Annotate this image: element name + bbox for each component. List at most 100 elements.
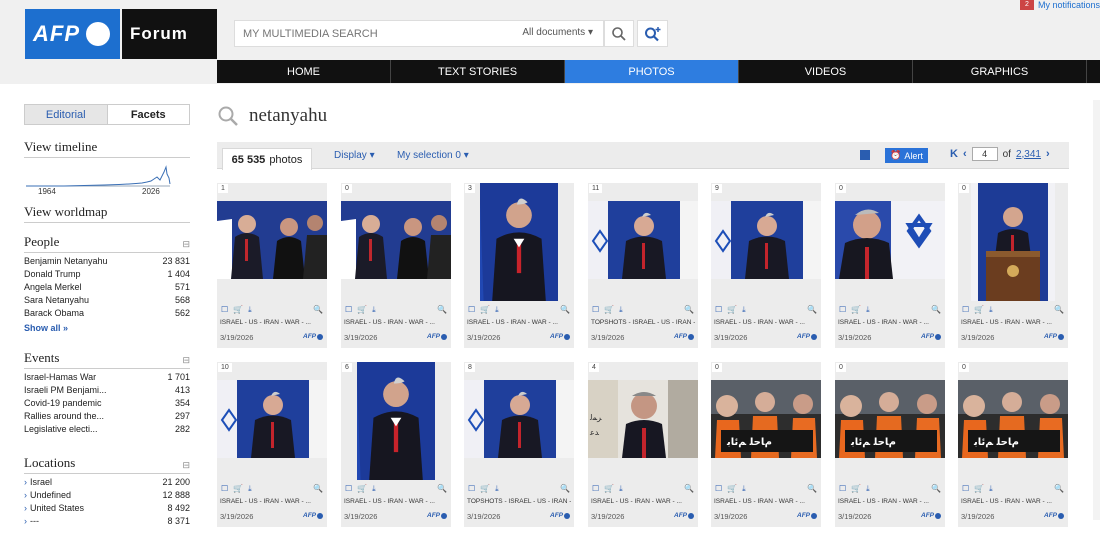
photo-card[interactable]: 9 ☐ 🛒 ⤓ 🔍 ISRAEL - US - IRAN - WAR - ... 3/19/… [711,183,821,348]
photo-card[interactable]: 6 ☐ 🛒 ⤓ 🔍 ISRAEL - US - IRAN - WAR - ... 3/19/… [341,362,451,527]
nav-home[interactable]: HOME [217,60,391,83]
cart-icon[interactable]: 🛒 [974,305,984,315]
display-dropdown[interactable]: Display ▾ [334,150,375,161]
collapse-icon[interactable]: ⊟ [182,239,190,250]
zoom-icon[interactable]: 🔍 [313,305,323,315]
photo-thumbnail[interactable]: ﺮﻤﻟ ﺪﻋ [588,380,698,458]
select-checkbox-icon[interactable]: ☐ [962,484,969,494]
zoom-icon[interactable]: 🔍 [807,305,817,315]
photo-card[interactable]: ﻡﺎﺣﻠ ﻢﺋﺎﺑ 0 ☐ 🛒 ⤓ 🔍 ISRAEL - US - IRAN - WAR -… [711,362,821,527]
photo-caption[interactable]: ISRAEL - US - IRAN - WAR - ... [838,319,942,326]
cart-icon[interactable]: 🛒 [233,484,243,494]
cart-icon[interactable]: 🛒 [851,484,861,494]
zoom-icon[interactable]: 🔍 [437,305,447,315]
zoom-icon[interactable]: 🔍 [560,305,570,315]
photo-card[interactable]: ﻡﺎﺣﻠ ﻢﺋﺎﺑ 0 ☐ 🛒 ⤓ 🔍 ISRAEL - US - IRAN - WAR -… [958,362,1068,527]
facet-row[interactable]: › Israel 21 200 [24,476,190,489]
photo-caption[interactable]: ISRAEL - US - IRAN - WAR - ... [344,319,448,326]
cart-icon[interactable]: 🛒 [851,305,861,315]
cart-icon[interactable]: 🛒 [727,484,737,494]
download-icon[interactable]: ⤓ [495,484,499,494]
select-checkbox-icon[interactable]: ☐ [468,484,475,494]
download-icon[interactable]: ⤓ [619,484,623,494]
photo-thumbnail[interactable] [971,183,1055,301]
afp-logo[interactable]: AFP [25,9,120,59]
photo-card[interactable]: 11 ☐ 🛒 ⤓ 🔍 TOPSHOTS - ISRAEL - US - IRAN - 3/1… [588,183,698,348]
photo-thumbnail[interactable] [217,380,327,458]
download-icon[interactable]: ⤓ [248,484,252,494]
search-button[interactable] [604,20,634,47]
facet-row[interactable]: Benjamin Netanyahu 23 831 [24,255,190,268]
facet-row[interactable]: › United States 8 492 [24,502,190,515]
search-input[interactable] [235,21,505,46]
select-checkbox-icon[interactable]: ☐ [345,305,352,315]
timeline-chart[interactable]: 1964 2026 [24,164,190,196]
zoom-icon[interactable]: 🔍 [1054,484,1064,494]
zoom-icon[interactable]: 🔍 [684,484,694,494]
page-number-input[interactable]: 4 [971,147,998,161]
select-checkbox-icon[interactable]: ☐ [839,305,846,315]
zoom-icon[interactable]: 🔍 [931,305,941,315]
cart-icon[interactable]: 🛒 [480,305,490,315]
download-icon[interactable]: ⤓ [866,305,870,315]
select-checkbox-icon[interactable]: ☐ [592,305,599,315]
download-icon[interactable]: ⤓ [495,305,499,315]
zoom-icon[interactable]: 🔍 [1054,305,1064,315]
tab-facets[interactable]: Facets [107,105,189,124]
photo-card[interactable]: 10 ☐ 🛒 ⤓ 🔍 ISRAEL - US - IRAN - WAR - ... 3/19… [217,362,327,527]
expand-arrow-icon[interactable]: › [24,516,27,526]
select-checkbox-icon[interactable]: ☐ [345,484,352,494]
photo-thumbnail[interactable] [464,380,574,458]
download-icon[interactable]: ⤓ [619,305,623,315]
expand-arrow-icon[interactable]: › [24,477,27,487]
select-checkbox-icon[interactable]: ☐ [468,305,475,315]
show-all-link[interactable]: Show all » [24,323,190,333]
photo-caption[interactable]: ISRAEL - US - IRAN - WAR - ... [714,319,818,326]
zoom-icon[interactable]: 🔍 [313,484,323,494]
facet-row[interactable]: Legislative electi... 282 [24,423,190,436]
photo-thumbnail[interactable] [711,201,821,279]
zoom-icon[interactable]: 🔍 [807,484,817,494]
facet-row[interactable]: Israeli PM Benjami... 413 [24,384,190,397]
download-icon[interactable]: ⤓ [372,305,376,315]
facet-row[interactable]: › --- 8 371 [24,515,190,528]
notifications-link[interactable]: 2 My notifications [1019,0,1100,10]
cart-icon[interactable]: 🛒 [480,484,490,494]
select-checkbox-icon[interactable]: ☐ [962,305,969,315]
photo-caption[interactable]: ISRAEL - US - IRAN - WAR - ... [591,498,695,505]
zoom-icon[interactable]: 🔍 [437,484,447,494]
timeline-heading[interactable]: View timeline [24,139,190,158]
expand-arrow-icon[interactable]: › [24,490,27,500]
zoom-icon[interactable]: 🔍 [560,484,570,494]
facet-row[interactable]: › Undefined 12 888 [24,489,190,502]
nav-graphics[interactable]: GRAPHICS [913,60,1087,83]
cart-icon[interactable]: 🛒 [974,484,984,494]
photo-caption[interactable]: ISRAEL - US - IRAN - WAR - ... [220,498,324,505]
select-checkbox-icon[interactable]: ☐ [839,484,846,494]
photo-card[interactable]: 1 ☐ 🛒 ⤓ 🔍 ISRAEL - US - IRAN - WAR - ... 3/19/… [217,183,327,348]
cart-icon[interactable]: 🛒 [357,484,367,494]
download-icon[interactable]: ⤓ [989,305,993,315]
nav-photos[interactable]: PHOTOS [565,60,739,83]
download-icon[interactable]: ⤓ [248,305,252,315]
photo-caption[interactable]: ISRAEL - US - IRAN - WAR - ... [220,319,324,326]
facet-row[interactable]: Sara Netanyahu 568 [24,294,190,307]
facet-row[interactable]: Covid-19 pandemic 354 [24,397,190,410]
zoom-icon[interactable]: 🔍 [931,484,941,494]
worldmap-heading[interactable]: View worldmap [24,204,190,223]
cart-icon[interactable]: 🛒 [357,305,367,315]
download-icon[interactable]: ⤓ [989,484,993,494]
facet-row[interactable]: Israel-Hamas War 1 701 [24,371,190,384]
select-checkbox-icon[interactable]: ☐ [715,305,722,315]
photo-caption[interactable]: ISRAEL - US - IRAN - WAR - ... [961,498,1065,505]
last-page-link[interactable]: 2,341 [1016,149,1041,160]
nav-videos[interactable]: VIDEOS [739,60,913,83]
zoom-icon[interactable]: 🔍 [684,305,694,315]
select-checkbox-icon[interactable]: ☐ [221,305,228,315]
first-page-button[interactable]: K [950,148,958,160]
facet-row[interactable]: Donald Trump 1 404 [24,268,190,281]
photo-card[interactable]: 0 ☐ 🛒 ⤓ 🔍 ISRAEL - US - IRAN - WAR - ... 3/19/… [835,183,945,348]
facet-row[interactable]: Rallies around the... 297 [24,410,190,423]
photo-thumbnail[interactable] [588,201,698,279]
next-page-button[interactable]: › [1046,148,1050,160]
